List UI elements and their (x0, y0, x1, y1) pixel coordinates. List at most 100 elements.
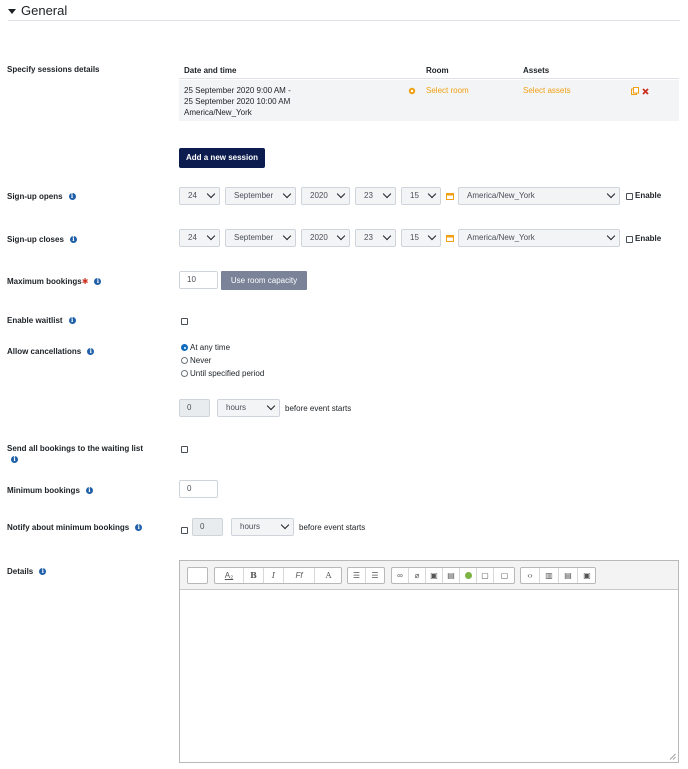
details-label: Details i (7, 567, 47, 576)
notify-min-suffix: before event starts (299, 523, 366, 532)
session-row: 25 September 2020 9:00 AM - 25 September… (179, 80, 679, 121)
info-icon[interactable]: i (85, 487, 93, 495)
min-bookings-label: Minimum bookings i (7, 486, 93, 495)
notify-min-input[interactable]: 0 (192, 518, 223, 536)
toolbar-group-format: A₂ B I Ff A (214, 567, 342, 584)
info-icon[interactable]: i (68, 193, 76, 201)
cancellations-label: Allow cancellations i (7, 347, 95, 356)
caret-down-icon (8, 9, 16, 15)
toolbar-group-insert: ∞ ⌀ ▣ ▤ ▢ ▢ (391, 567, 515, 584)
chevron-down-icon (282, 189, 292, 199)
chevron-down-icon (206, 189, 216, 199)
italic-icon[interactable]: I (264, 568, 284, 583)
header-date: Date and time (184, 66, 237, 75)
cancel-option-any-time[interactable]: At any time (181, 343, 230, 352)
chevron-down-icon (427, 189, 437, 199)
media-icon[interactable]: ▤ (443, 568, 460, 583)
details-editor[interactable]: A₂ B I Ff A ☰ ☰ ∞ ⌀ ▣ ▤ ▢ ▢ ‹› ▥ ▤ ▣ (179, 560, 679, 763)
gear-icon[interactable] (408, 87, 416, 95)
info-icon[interactable]: i (135, 524, 143, 532)
min-bookings-input[interactable]: 0 (179, 480, 218, 498)
image-icon[interactable]: ▣ (426, 568, 443, 583)
screenreader-helper-icon[interactable]: ▤ (559, 568, 578, 583)
session-date-end: 25 September 2020 10:00 AM (184, 97, 291, 106)
cancel-period-suffix: before event starts (285, 404, 352, 413)
signup-closes-timezone-select[interactable]: America/New_York (458, 229, 620, 247)
info-icon[interactable]: i (87, 348, 95, 356)
send-all-checkbox[interactable] (181, 446, 188, 453)
toolbar-group-tools: ‹› ▥ ▤ ▣ (520, 567, 596, 584)
signup-opens-enable-checkbox[interactable] (626, 193, 633, 200)
toolbar-toggle-button[interactable] (187, 567, 208, 584)
section-general-toggle[interactable]: General (8, 3, 67, 18)
signup-closes-label: Sign-up closes i (7, 235, 77, 244)
calendar-icon[interactable] (446, 192, 454, 200)
signup-opens-minute-select[interactable]: 15 (401, 187, 441, 205)
copy-icon[interactable] (631, 87, 639, 95)
use-room-capacity-button[interactable]: Use room capacity (221, 271, 307, 290)
calendar-icon[interactable] (446, 234, 454, 242)
waitlist-checkbox[interactable] (181, 318, 188, 325)
chevron-down-icon (336, 231, 346, 241)
select-assets-link[interactable]: Select assets (523, 86, 571, 95)
max-bookings-input[interactable]: 10 (179, 271, 218, 289)
html-source-icon[interactable]: ‹› (521, 568, 540, 583)
signup-opens-timezone-select[interactable]: America/New_York (458, 187, 620, 205)
cancel-period-input[interactable]: 0 (179, 399, 210, 417)
notify-min-checkbox[interactable] (181, 527, 188, 534)
add-session-button[interactable]: Add a new session (179, 148, 265, 168)
signup-opens-year-select[interactable]: 2020 (301, 187, 350, 205)
session-timezone: America/New_York (184, 108, 252, 117)
required-icon: ✱ (81, 277, 89, 286)
chevron-down-icon (427, 231, 437, 241)
numbered-list-icon[interactable]: ☰ (366, 568, 384, 583)
info-icon[interactable]: i (39, 568, 47, 576)
cancel-option-never[interactable]: Never (181, 356, 211, 365)
chevron-down-icon (282, 231, 292, 241)
signup-opens-day-select[interactable]: 24 (179, 187, 220, 205)
chevron-down-icon (206, 231, 216, 241)
h5p-icon[interactable]: ▢ (494, 568, 515, 583)
radio-icon (181, 370, 188, 378)
info-icon[interactable]: i (68, 317, 76, 325)
record-icon[interactable] (460, 568, 477, 583)
chevron-down-icon (382, 189, 392, 199)
signup-closes-minute-select[interactable]: 15 (401, 229, 441, 247)
header-assets: Assets (523, 66, 550, 75)
cancel-period-unit-select[interactable]: hours (217, 399, 280, 417)
cancel-option-until-period[interactable]: Until specified period (181, 369, 264, 378)
chevron-down-icon (382, 231, 392, 241)
chevron-down-icon (606, 231, 616, 241)
signup-opens-enable-label: Enable (635, 191, 662, 200)
resize-handle-icon[interactable] (669, 753, 676, 760)
signup-closes-month-select[interactable]: September (225, 229, 296, 247)
signup-opens-hour-select[interactable]: 23 (355, 187, 396, 205)
link-icon[interactable]: ∞ (392, 568, 409, 583)
waitlist-label: Enable waitlist i (7, 316, 76, 325)
info-icon[interactable]: i (11, 456, 18, 464)
text-color-icon[interactable]: A (315, 568, 342, 583)
select-room-link[interactable]: Select room (426, 86, 469, 95)
sessions-label: Specify sessions details (7, 65, 100, 74)
signup-closes-hour-select[interactable]: 23 (355, 229, 396, 247)
templates-icon[interactable]: ▣ (578, 568, 596, 583)
signup-closes-day-select[interactable]: 24 (179, 229, 220, 247)
font-icon[interactable]: Ff (284, 568, 315, 583)
bullet-list-icon[interactable]: ☰ (348, 568, 366, 583)
unlink-icon[interactable]: ⌀ (409, 568, 426, 583)
signup-closes-enable-label: Enable (635, 234, 662, 243)
info-icon[interactable]: i (94, 278, 102, 286)
notify-min-unit-select[interactable]: hours (231, 518, 294, 536)
radio-selected-icon (181, 344, 188, 352)
header-room: Room (426, 66, 449, 75)
send-all-label: Send all bookings to the waiting list i (7, 444, 144, 464)
delete-icon[interactable] (642, 88, 649, 95)
style-icon[interactable]: A₂ (215, 568, 244, 583)
signup-opens-month-select[interactable]: September (225, 187, 296, 205)
signup-closes-enable-checkbox[interactable] (626, 236, 633, 243)
accessibility-checker-icon[interactable]: ▥ (540, 568, 559, 583)
bold-icon[interactable]: B (244, 568, 264, 583)
manage-files-icon[interactable]: ▢ (477, 568, 494, 583)
info-icon[interactable]: i (69, 236, 77, 244)
signup-closes-year-select[interactable]: 2020 (301, 229, 350, 247)
